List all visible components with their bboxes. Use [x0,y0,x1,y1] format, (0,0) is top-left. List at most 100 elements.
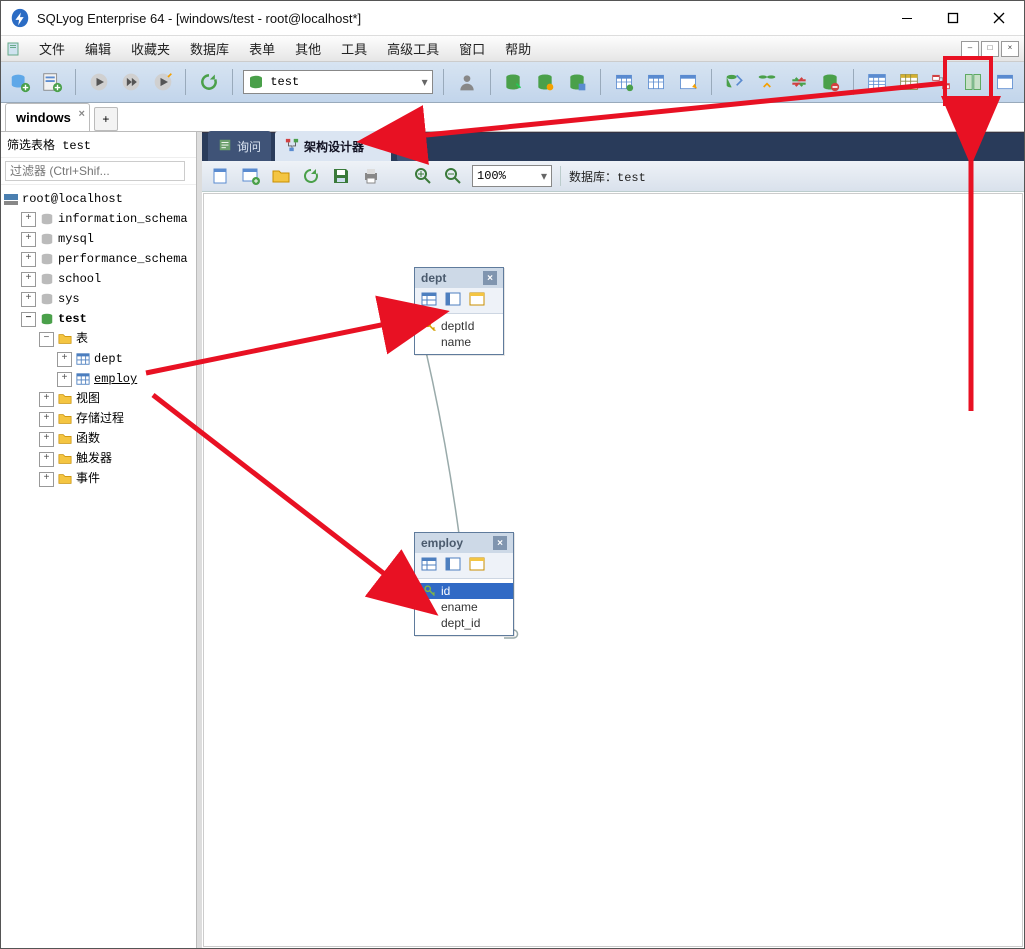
execute-all-icon[interactable] [118,69,144,95]
column-ename[interactable]: ename [415,599,513,615]
expand-icon[interactable]: + [21,232,36,247]
open-icon[interactable] [270,165,292,187]
object-tree[interactable]: root@localhost +information_schema +mysq… [1,185,196,948]
table-tool2-icon[interactable] [643,69,669,95]
tree-folder-funcs[interactable]: +函数 [3,429,194,449]
menu-advtools[interactable]: 高级工具 [383,37,443,60]
close-icon[interactable]: × [78,108,84,120]
expand-icon[interactable]: + [57,372,72,387]
print-icon[interactable] [360,165,382,187]
close-icon[interactable]: × [483,271,497,285]
mdi-restore-button[interactable]: □ [981,41,999,57]
table-tool1-icon[interactable] [611,69,637,95]
tree-root[interactable]: root@localhost [3,189,194,209]
sync-tool4-icon[interactable] [818,69,844,95]
table-data-icon[interactable] [421,556,437,575]
close-icon[interactable]: × [493,536,507,550]
tree-db-test[interactable]: −test [3,309,194,329]
schema-canvas[interactable]: 1 dept × deptId [203,193,1023,947]
database-selector[interactable]: test ▾ [243,70,432,94]
expand-icon[interactable]: + [21,292,36,307]
sync-tool2-icon[interactable] [754,69,780,95]
collapse-icon[interactable]: − [21,312,36,327]
menu-window[interactable]: 窗口 [455,37,489,60]
canvas-table-employ[interactable]: employ × id [414,532,514,636]
refresh-diagram-icon[interactable] [300,165,322,187]
menu-other[interactable]: 其他 [291,37,325,60]
tree-db-performance-schema[interactable]: +performance_schema [3,249,194,269]
column-deptid[interactable]: deptId [415,318,503,334]
menu-edit[interactable]: 编辑 [81,37,115,60]
tree-folder-views[interactable]: +视图 [3,389,194,409]
grid-tool2-icon[interactable] [896,69,922,95]
column-id[interactable]: id [415,583,513,599]
expand-icon[interactable]: + [21,212,36,227]
save-icon[interactable] [330,165,352,187]
mdi-minimize-button[interactable]: – [961,41,979,57]
table-tool3-icon[interactable] [675,69,701,95]
menu-tools[interactable]: 工具 [337,37,371,60]
expand-icon[interactable]: + [21,252,36,267]
grid-tool3-icon[interactable] [960,69,986,95]
mdi-close-button[interactable]: × [1001,41,1019,57]
tree-folder-procs[interactable]: +存储过程 [3,409,194,429]
user-icon[interactable] [454,69,480,95]
new-diagram-icon[interactable] [210,165,232,187]
db-tool2-icon[interactable] [532,69,558,95]
sync-tool1-icon[interactable] [722,69,748,95]
tree-folder-triggers[interactable]: +触发器 [3,449,194,469]
grid-tool4-icon[interactable] [992,69,1018,95]
grid-tool1-icon[interactable] [864,69,890,95]
maximize-button[interactable] [930,3,976,33]
table-structure-icon[interactable] [445,556,461,575]
add-table-icon[interactable] [240,165,262,187]
menu-help[interactable]: 帮助 [501,37,535,60]
tree-db-mysql[interactable]: +mysql [3,229,194,249]
column-deptid[interactable]: dept_id [415,615,513,631]
tree-table-dept[interactable]: +dept [3,349,194,369]
doc-icon[interactable] [5,40,23,58]
expand-icon[interactable]: + [39,412,54,427]
refresh-icon[interactable] [196,69,222,95]
menu-db[interactable]: 数据库 [186,37,233,60]
zoom-selector[interactable]: 100% ▾ [472,165,552,187]
expand-icon[interactable]: + [39,432,54,447]
expand-icon[interactable]: + [21,272,36,287]
add-tab-button[interactable]: + [397,139,419,161]
tree-db-information-schema[interactable]: +information_schema [3,209,194,229]
table-data-icon[interactable] [421,291,437,310]
new-connection-icon[interactable] [7,69,33,95]
execute-query-icon[interactable] [86,69,112,95]
db-tool1-icon[interactable] [501,69,527,95]
table-structure-icon[interactable] [445,291,461,310]
zoom-in-icon[interactable] [412,165,434,187]
table-key-icon[interactable] [469,291,485,310]
schema-designer-icon[interactable] [928,69,954,95]
table-key-icon[interactable] [469,556,485,575]
menu-fav[interactable]: 收藏夹 [127,37,174,60]
expand-icon[interactable]: + [39,392,54,407]
connection-tab-windows[interactable]: windows × [5,103,90,131]
db-tool3-icon[interactable] [564,69,590,95]
tree-folder-events[interactable]: +事件 [3,469,194,489]
expand-icon[interactable]: + [57,352,72,367]
filter-input[interactable] [5,161,185,181]
zoom-out-icon[interactable] [442,165,464,187]
canvas-table-dept[interactable]: dept × deptId [414,267,504,355]
minimize-button[interactable] [884,3,930,33]
collapse-icon[interactable]: − [39,332,54,347]
expand-icon[interactable]: + [39,472,54,487]
tree-db-school[interactable]: +school [3,269,194,289]
execute-explain-icon[interactable] [150,69,176,95]
expand-icon[interactable]: + [39,452,54,467]
tree-table-employ[interactable]: +employ [3,369,194,389]
sync-tool3-icon[interactable] [786,69,812,95]
new-query-icon[interactable] [39,69,65,95]
menu-table[interactable]: 表单 [245,37,279,60]
close-icon[interactable]: × [375,140,381,152]
column-name[interactable]: name [415,334,503,350]
close-button[interactable] [976,3,1022,33]
tab-query[interactable]: 询问 [208,131,271,161]
tree-folder-tables[interactable]: −表 [3,329,194,349]
add-connection-button[interactable]: + [94,107,118,131]
